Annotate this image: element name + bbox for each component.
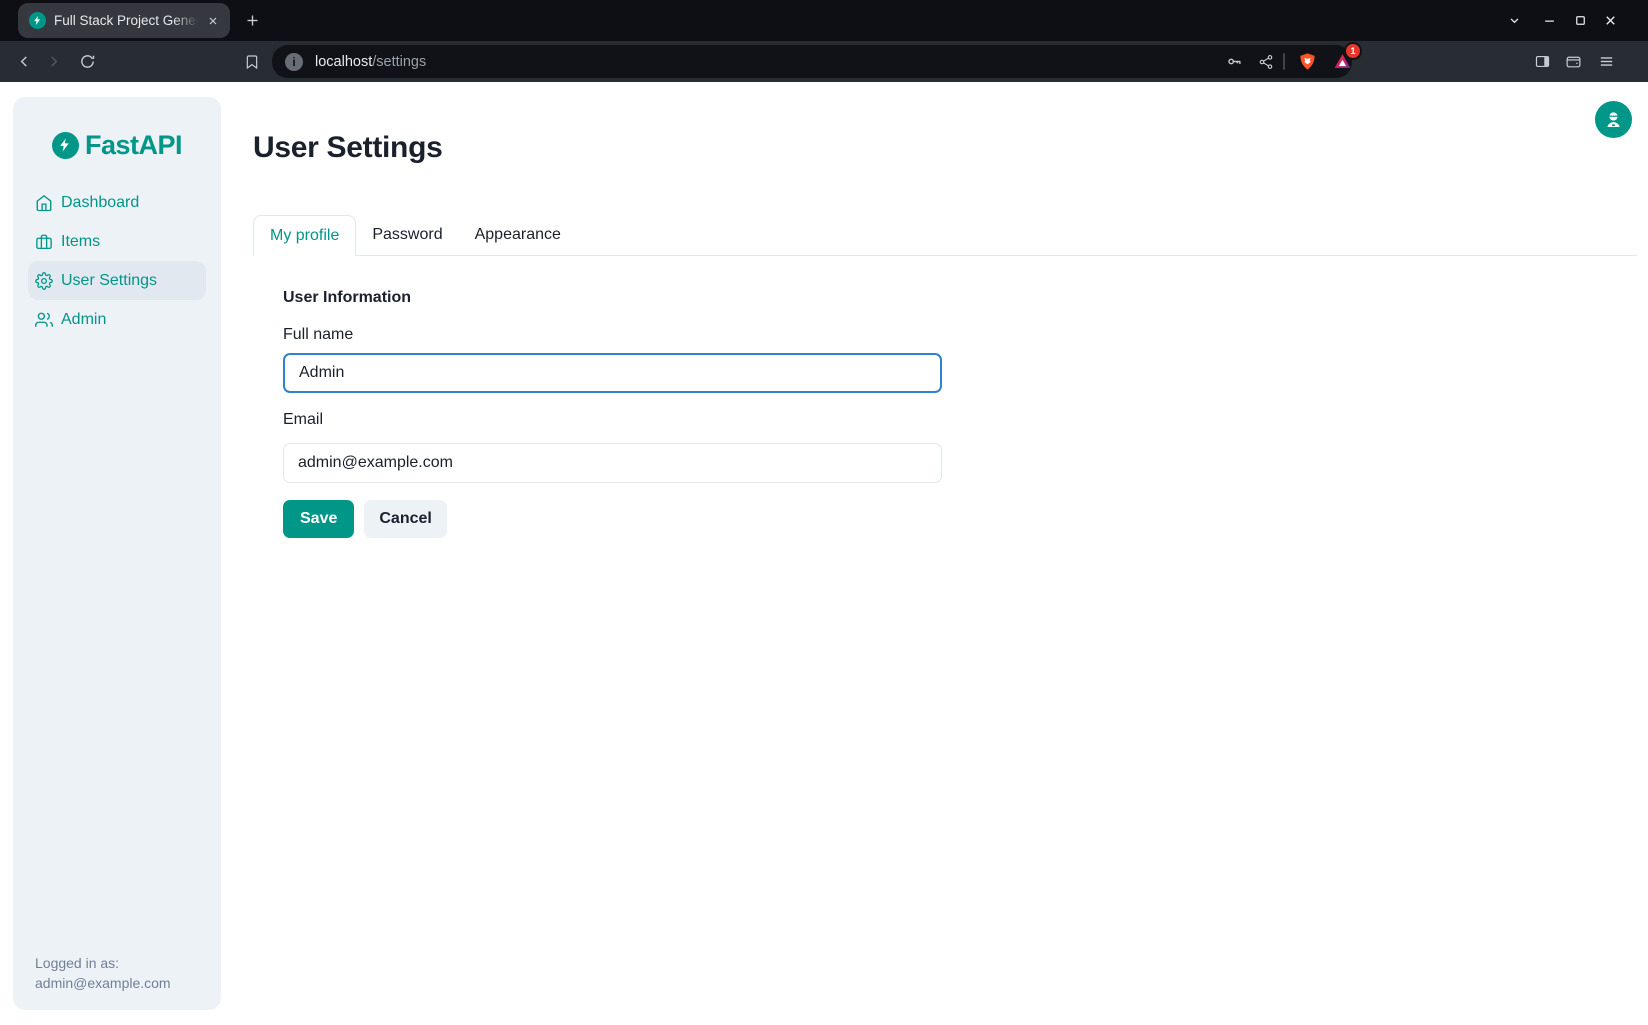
menu-hamburger-icon[interactable] [1594, 49, 1619, 74]
cancel-button[interactable]: Cancel [364, 500, 446, 538]
home-icon [35, 194, 53, 212]
logged-in-email: admin@example.com [35, 973, 171, 993]
tab-appearance[interactable]: Appearance [459, 215, 577, 255]
window-close-button[interactable] [1598, 8, 1623, 33]
wallet-icon[interactable] [1561, 49, 1586, 74]
save-button[interactable]: Save [283, 500, 354, 538]
fastapi-bolt-icon [52, 132, 79, 159]
page-title: User Settings [253, 132, 443, 164]
share-icon[interactable] [1253, 49, 1278, 74]
settings-tabs: My profile Password Appearance [253, 215, 1637, 256]
browser-tab[interactable]: Full Stack Project Genera [18, 3, 230, 38]
sidebar-item-items[interactable]: Items [28, 222, 206, 261]
new-tab-button[interactable] [240, 8, 265, 33]
email-input[interactable] [283, 443, 942, 483]
sidebar-item-label: Dashboard [61, 194, 139, 212]
browser-toolbar: i localhost/settings [0, 41, 1648, 82]
section-title: User Information [283, 288, 411, 308]
full-name-label: Full name [283, 325, 353, 345]
briefcase-icon [35, 233, 53, 251]
sidebar-nav: Dashboard Items User Settings Admin [13, 183, 221, 339]
sidebar-item-admin[interactable]: Admin [28, 300, 206, 339]
browser-window: Full Stack Project Genera [0, 0, 1648, 1025]
sidebar-item-label: Admin [61, 311, 106, 329]
sidebar-item-user-settings[interactable]: User Settings [28, 261, 206, 300]
url-path: /settings [372, 54, 426, 70]
url-bar[interactable]: i localhost/settings [272, 45, 1352, 78]
gear-icon [35, 272, 53, 290]
password-key-icon[interactable] [1222, 49, 1247, 74]
full-name-input[interactable] [283, 353, 942, 393]
email-label: Email [283, 410, 323, 430]
forward-button[interactable] [41, 49, 66, 74]
sidebar-item-label: User Settings [61, 272, 157, 290]
logged-in-footer: Logged in as: admin@example.com [35, 953, 171, 993]
tab-close-icon[interactable] [203, 11, 222, 30]
window-minimize-button[interactable] [1537, 8, 1562, 33]
user-menu-avatar-button[interactable] [1595, 101, 1632, 138]
browser-tab-strip: Full Stack Project Genera [0, 0, 1648, 41]
sidebar-item-label: Items [61, 233, 100, 251]
bookmark-icon[interactable] [239, 49, 264, 74]
brave-shield-icon[interactable] [1295, 49, 1320, 74]
url-text: localhost/settings [315, 54, 426, 70]
rewards-notification-badge: 1 [1346, 44, 1360, 58]
sidebar-toggle-icon[interactable] [1530, 49, 1555, 74]
logo-wordmark: FastAPI [85, 130, 182, 161]
app-page: FastAPI Dashboard Items User Settings [0, 82, 1648, 1025]
url-host: localhost [315, 54, 372, 70]
tab-my-profile[interactable]: My profile [253, 215, 356, 256]
window-maximize-button[interactable] [1568, 8, 1593, 33]
sidebar-item-dashboard[interactable]: Dashboard [28, 183, 206, 222]
fastapi-favicon-icon [29, 12, 46, 29]
brave-rewards-icon[interactable]: 1 [1330, 49, 1355, 74]
tab-search-chevron-icon[interactable] [1502, 8, 1527, 33]
tab-title: Full Stack Project Genera [54, 12, 203, 29]
site-info-icon[interactable]: i [285, 53, 303, 71]
tab-password[interactable]: Password [356, 215, 458, 255]
reload-button[interactable] [75, 49, 100, 74]
back-button[interactable] [12, 49, 37, 74]
logged-in-label: Logged in as: [35, 953, 171, 973]
form-actions: Save Cancel [283, 500, 447, 538]
app-sidebar: FastAPI Dashboard Items User Settings [13, 97, 221, 1010]
user-astronaut-icon [1603, 109, 1624, 130]
toolbar-divider [1283, 53, 1285, 70]
users-icon [35, 311, 53, 329]
fastapi-logo[interactable]: FastAPI [13, 127, 221, 163]
